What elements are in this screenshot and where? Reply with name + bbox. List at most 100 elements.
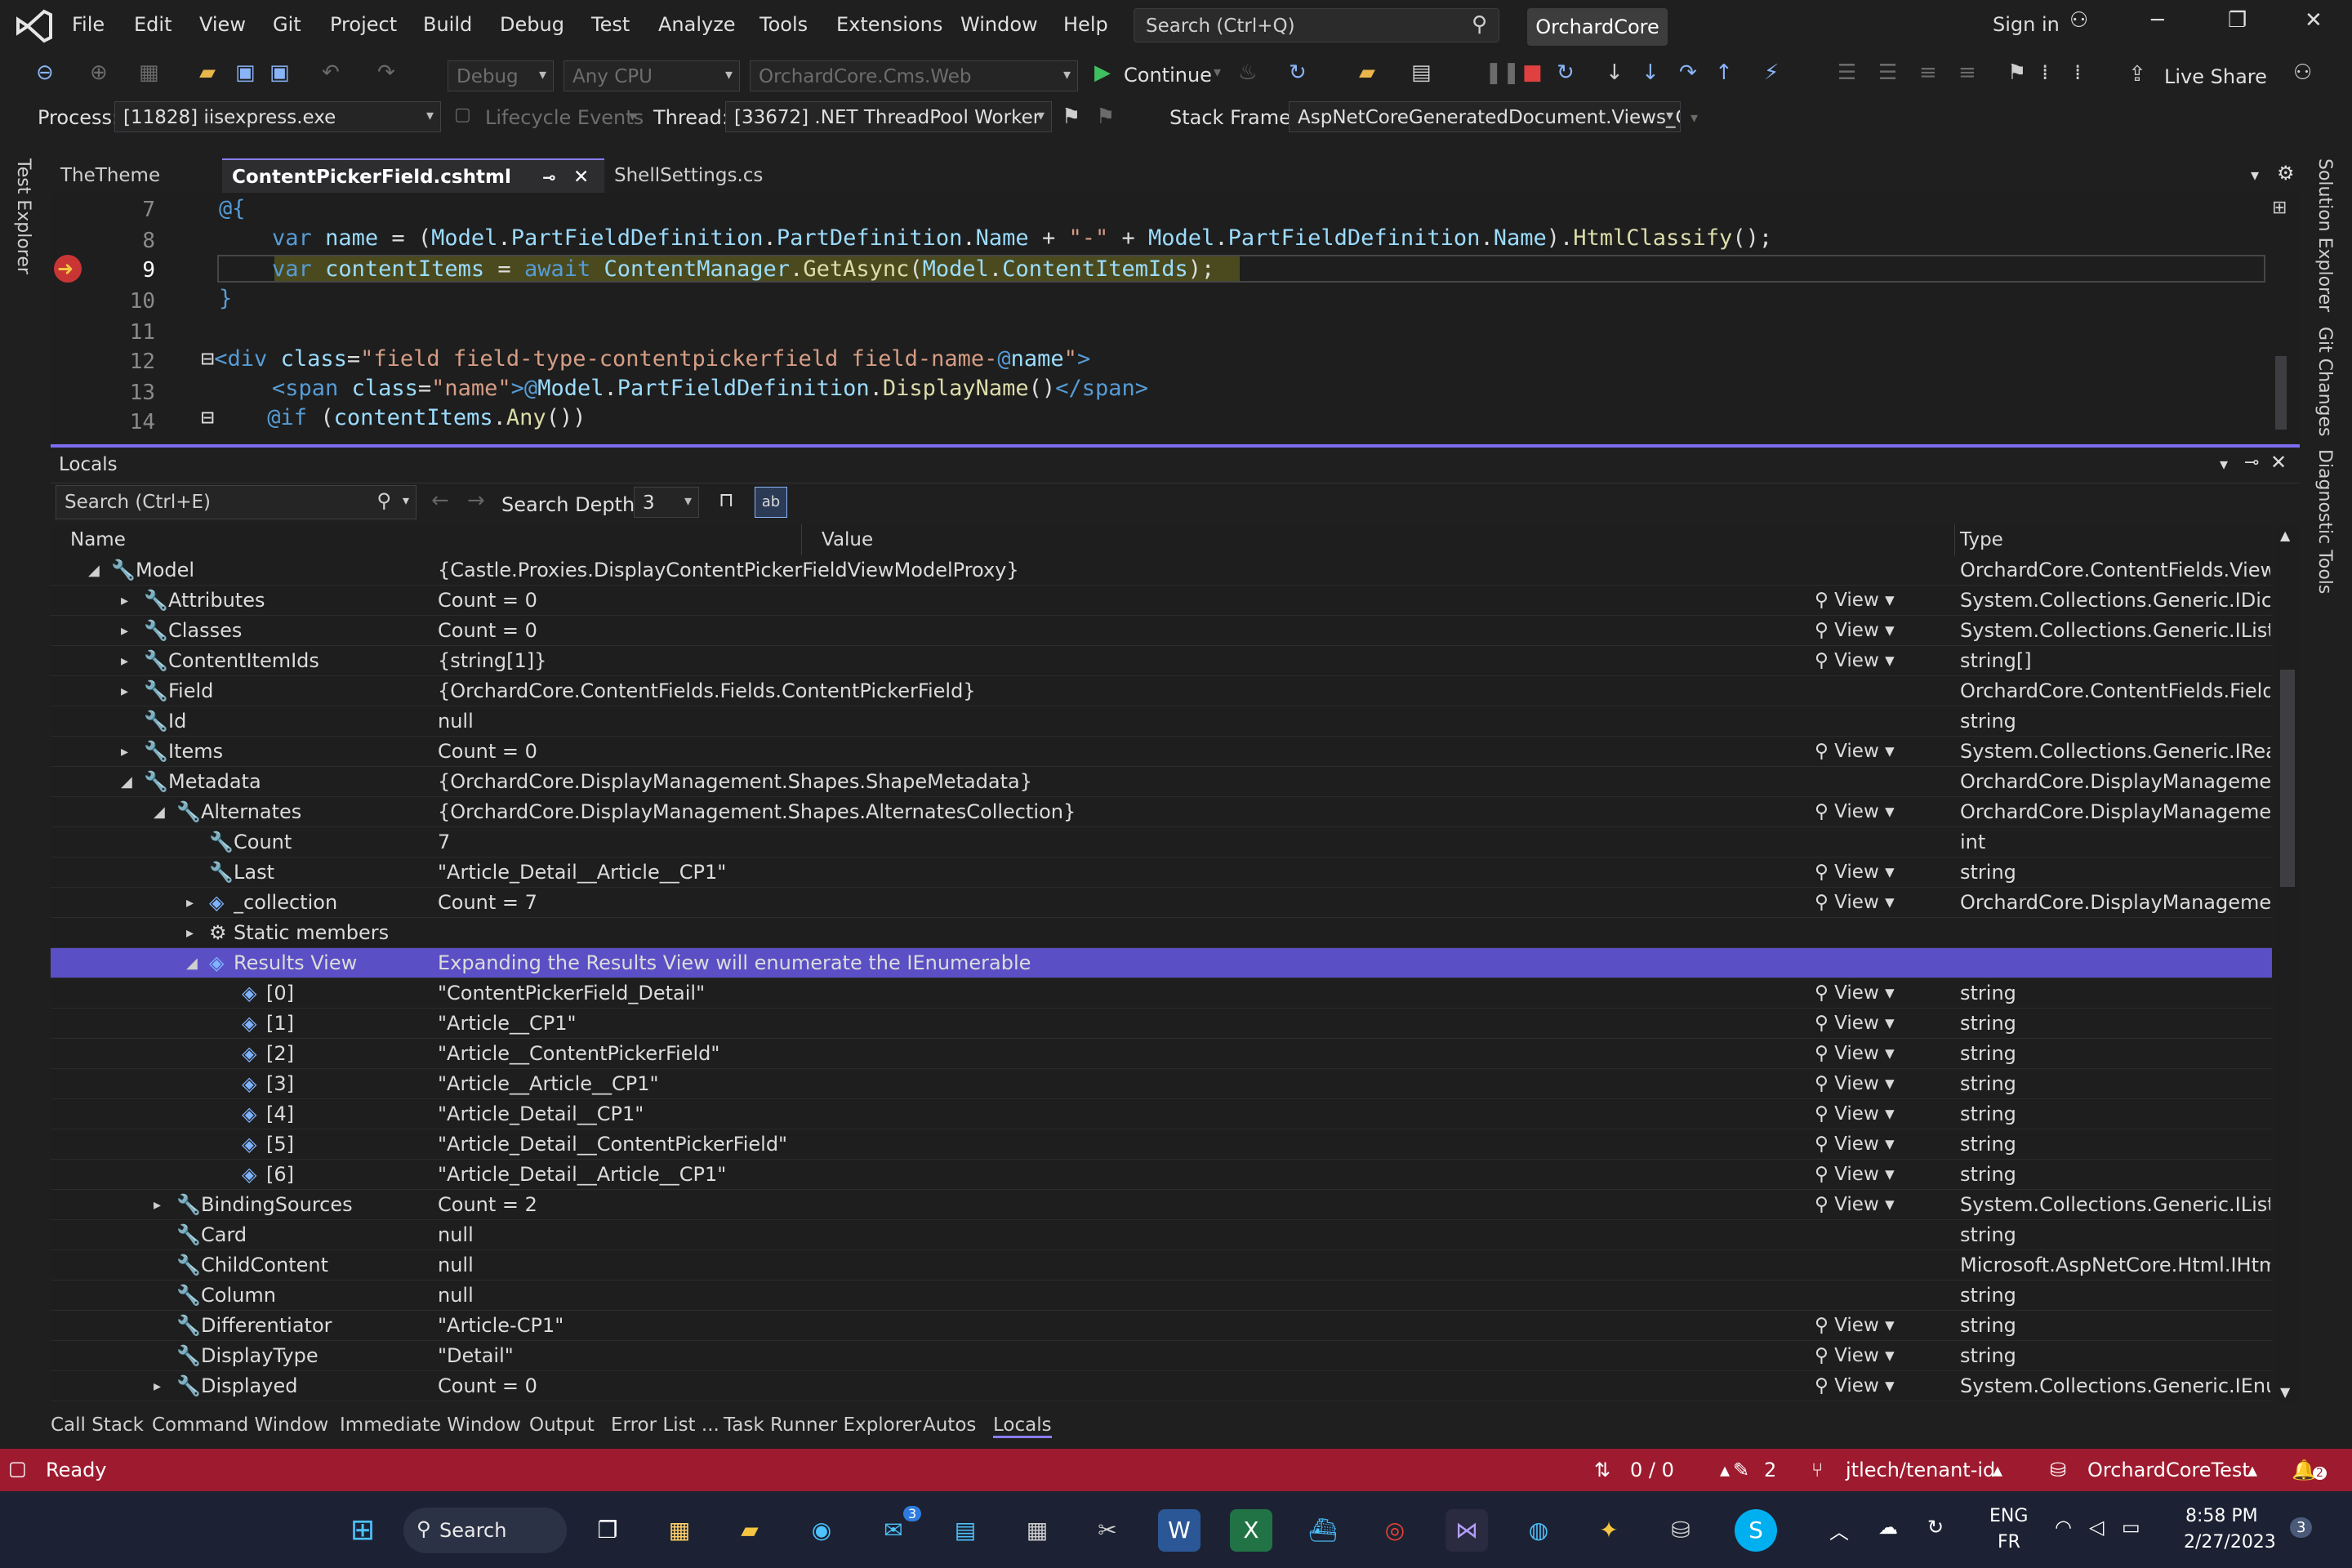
step-over-icon[interactable]: ↷ (1679, 60, 1697, 85)
hot-reload-disabled-icon[interactable]: ♨ (1238, 60, 1257, 85)
undo-icon[interactable]: ↶ (322, 60, 340, 85)
outdent-icon[interactable]: ≡ (1958, 60, 1976, 85)
visualizer-view-button[interactable]: ⚲ View ▾ (1815, 1039, 1895, 1069)
chrome-icon[interactable]: ◎ (1374, 1509, 1416, 1552)
visualizer-view-button[interactable]: ⚲ View ▾ (1815, 888, 1895, 918)
table-row[interactable]: ▸ 🔧 BindingSources Count = 2 ⚲ View ▾ System.… (51, 1190, 2272, 1220)
table-row[interactable]: 🔧 Column null string (51, 1281, 2272, 1311)
expand-icon[interactable]: ▸ (121, 586, 128, 616)
table-row[interactable]: 🔧 Id null string (51, 706, 2272, 737)
table-row[interactable]: ◈ [3] "Article__Article__CP1" ⚲ View ▾ strin… (51, 1069, 2272, 1099)
file-explorer-icon[interactable]: ▰ (728, 1509, 771, 1552)
visualizer-view-button[interactable]: ⚲ View ▾ (1815, 978, 1895, 1009)
open-folder-icon[interactable]: ▰ (199, 60, 216, 85)
table-row[interactable]: ▸ 🔧 Field {OrchardCore.ContentFields.Fields… (51, 676, 2272, 706)
close-tab-icon[interactable]: ✕ (573, 160, 589, 194)
tab-task-runner-explorer[interactable]: Task Runner Explorer (724, 1414, 921, 1436)
flag-thread-icon[interactable]: ⚑ (1062, 105, 1080, 129)
clock-time[interactable]: 8:58 PM (2185, 1506, 2258, 1526)
table-row[interactable]: ▸ 🔧 Attributes Count = 0 ⚲ View ▾ System.Coll… (51, 586, 2272, 616)
search-forward-icon[interactable]: → (467, 488, 485, 513)
cell-value[interactable]: "Article__Article__CP1" (438, 1069, 1450, 1099)
settings-gear-icon[interactable]: ⚙ (2277, 162, 2295, 185)
taskbar-search[interactable]: ⚲ Search (403, 1508, 567, 1553)
visualizer-view-button[interactable]: ⚲ View ▾ (1815, 1009, 1895, 1039)
collapse-icon[interactable]: ◢ (121, 767, 132, 797)
solution-name-badge[interactable]: OrchardCore (1527, 8, 1668, 46)
cell-value[interactable]: Count = 7 (438, 888, 1450, 918)
show-next-statement-icon[interactable]: ↓ (1606, 60, 1624, 85)
repo-name[interactable]: OrchardCoreTest (2087, 1459, 2250, 1481)
cell-value[interactable]: {OrchardCore.DisplayManagement.Shapes.Al… (438, 797, 1450, 827)
cell-value[interactable]: 7 (438, 827, 1450, 858)
save-icon[interactable]: ▣ (235, 60, 256, 85)
menu-edit[interactable]: Edit (134, 13, 172, 36)
table-row[interactable]: 🔧 Card null string (51, 1220, 2272, 1250)
restore-icon[interactable]: ❐ (2228, 8, 2247, 33)
chevron-up-icon[interactable]: ▴ (1993, 1459, 2002, 1481)
branch-name[interactable]: jtlech/tenant-id (1846, 1459, 1995, 1481)
table-row[interactable]: 🔧 Differentiator "Article-CP1" ⚲ View ▾ stri… (51, 1311, 2272, 1341)
visualizer-view-button[interactable]: ⚲ View ▾ (1815, 1069, 1895, 1099)
docker-icon[interactable]: ⛴ (1302, 1509, 1344, 1552)
expand-icon[interactable]: ▸ (186, 918, 194, 948)
notification-count-badge[interactable]: 3 (2290, 1517, 2313, 1538)
tab-error-list[interactable]: Error List ... (611, 1414, 719, 1436)
cell-value[interactable]: "Article_Detail__CP1" (438, 1099, 1450, 1129)
flag-all-icon[interactable]: ⚑ (1096, 105, 1115, 129)
table-row[interactable]: 🔧 Last "Article_Detail__Article__CP1" ⚲ Vie… (51, 858, 2272, 888)
column-header-name[interactable]: Name (51, 524, 802, 555)
navigate-back-icon[interactable]: ⊖ (36, 60, 54, 85)
share-icon[interactable]: ⇪ (2128, 62, 2146, 87)
editor-scroll-thumb[interactable] (2275, 356, 2287, 430)
locals-scrollbar[interactable]: ▲ ▼ (2275, 524, 2300, 1403)
menu-extensions[interactable]: Extensions (836, 13, 942, 36)
chevron-down-icon[interactable]: ▾ (403, 492, 409, 508)
cell-value[interactable]: Count = 0 (438, 1371, 1450, 1401)
cell-value[interactable]: Expanding the Results View will enumerat… (438, 948, 1450, 978)
hex-display-icon[interactable]: ab (755, 487, 787, 518)
task-view-icon[interactable]: ❐ (586, 1509, 629, 1552)
expand-icon[interactable]: ▸ (121, 646, 128, 676)
output-icon[interactable]: ▢ (8, 1457, 27, 1480)
cell-value[interactable]: Count = 0 (438, 616, 1450, 646)
menu-debug[interactable]: Debug (500, 13, 564, 36)
menu-view[interactable]: View (199, 13, 246, 36)
expand-icon[interactable]: ▸ (121, 737, 128, 767)
test-explorer-tab[interactable]: Test Explorer (13, 158, 33, 274)
visualizer-view-button[interactable]: ⚲ View ▾ (1815, 797, 1895, 827)
menu-window[interactable]: Window (960, 13, 1038, 36)
tab-thetheme[interactable]: TheTheme (51, 158, 222, 193)
stack-frame-select[interactable]: AspNetCoreGeneratedDocument.Views_C ▾ (1289, 101, 1681, 132)
visualizer-view-button[interactable]: ⚲ View ▾ (1815, 586, 1895, 616)
cell-value[interactable]: null (438, 1220, 1450, 1250)
live-share-button[interactable]: Live Share (2164, 65, 2267, 88)
vpn-icon[interactable]: ◍ (1517, 1509, 1560, 1552)
cell-value[interactable]: "Article__CP1" (438, 1009, 1450, 1039)
column-header-type[interactable]: Type (1955, 524, 2272, 555)
volume-icon[interactable]: ◁ (2089, 1516, 2104, 1539)
table-row[interactable]: ▸ 🔧 ContentItemIds {string[1]} ⚲ View ▾ strin… (51, 646, 2272, 676)
new-project-icon[interactable]: ▦ (139, 60, 159, 85)
visualizer-view-button[interactable]: ⚲ View ▾ (1815, 1160, 1895, 1190)
menu-file[interactable]: File (72, 13, 105, 36)
thread-select[interactable]: [33672] .NET ThreadPool Worker ▾ (725, 101, 1052, 132)
locals-search-input[interactable]: Search (Ctrl+E) ⚲ ▾ (56, 485, 416, 519)
navigate-forward-icon[interactable]: ⊕ (90, 60, 108, 85)
visualizer-view-button[interactable]: ⚲ View ▾ (1815, 646, 1895, 676)
database-icon[interactable]: ⛁ (1659, 1509, 1702, 1552)
editor-scrollbar[interactable]: ⊞ (2269, 193, 2293, 443)
cell-value[interactable]: null (438, 1250, 1450, 1281)
visualizer-view-button[interactable]: ⚲ View ▾ (1815, 737, 1895, 767)
cell-value[interactable]: {Castle.Proxies.DisplayContentPickerFiel… (438, 555, 1450, 586)
visualizer-view-button[interactable]: ⚲ View ▾ (1815, 1190, 1895, 1220)
table-row[interactable]: ◢ 🔧 Metadata {OrchardCore.DisplayManagement… (51, 767, 2272, 797)
cell-value[interactable]: {OrchardCore.DisplayManagement.Shapes.Sh… (438, 767, 1450, 797)
edge-icon[interactable]: ◉ (800, 1509, 843, 1552)
close-window-icon[interactable]: ✕ (2305, 8, 2323, 33)
table-row[interactable]: ◢ ◈ Results View Expanding the Results View… (51, 948, 2272, 978)
cell-value[interactable]: "Detail" (438, 1341, 1450, 1371)
tab-call-stack[interactable]: Call Stack (51, 1414, 144, 1436)
cell-value[interactable]: Count = 2 (438, 1190, 1450, 1220)
solution-explorer-tab[interactable]: Solution Explorer (2314, 158, 2335, 312)
